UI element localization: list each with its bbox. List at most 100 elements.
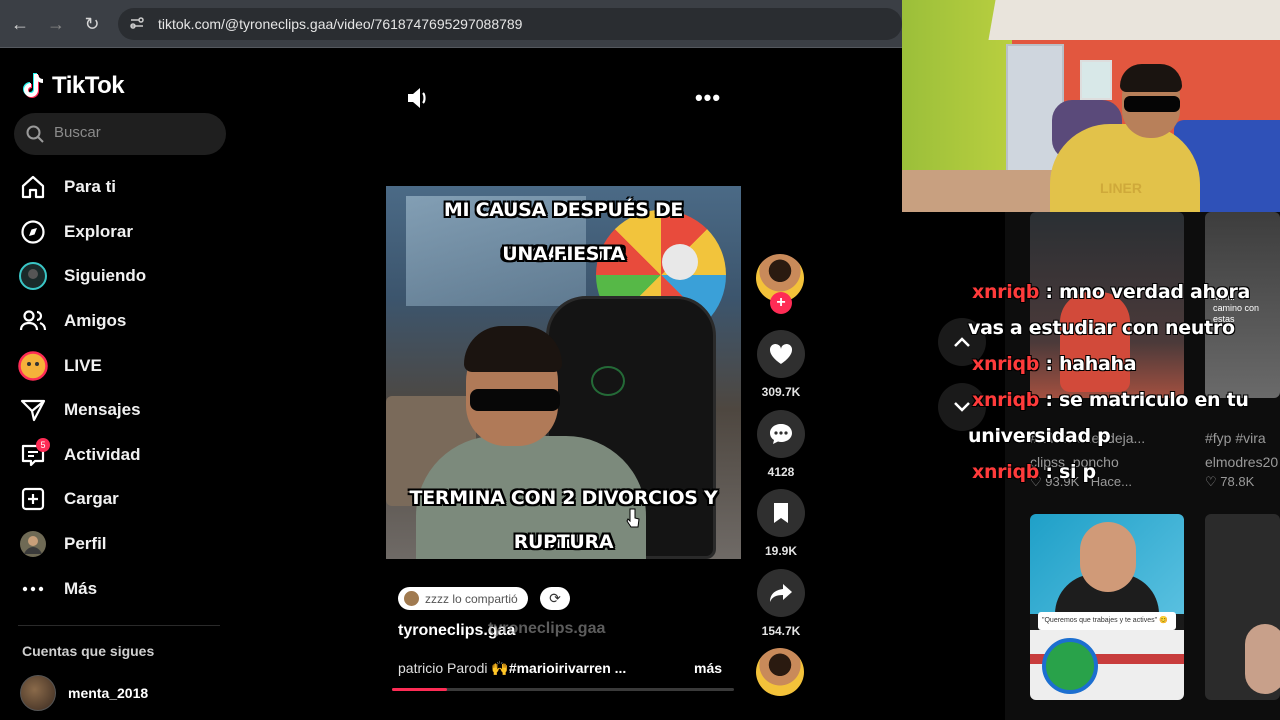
chat-text: : se matriculo en tu	[1039, 389, 1249, 411]
browser-toolbar: ← → ↻ tiktok.com/@tyroneclips.gaa/video/…	[0, 0, 902, 48]
sidebar-divider	[18, 625, 220, 626]
notification-badge: 5	[36, 437, 50, 452]
more-options-button[interactable]: •••	[694, 84, 722, 112]
sidebar-item-live[interactable]: LIVE	[18, 343, 228, 388]
video-caption-bottom-2: RUPTURA	[513, 531, 614, 553]
following-accounts-title: Cuentas que sigues	[22, 643, 155, 659]
sidebar-item-label: Siguiendo	[64, 266, 147, 286]
upload-icon	[18, 484, 48, 514]
shared-by-text: zzzz lo compartió	[425, 591, 518, 606]
mouse-cursor-icon	[626, 508, 640, 528]
following-account-item[interactable]: menta_2018	[20, 675, 148, 711]
stream-chat: xnriqb : mno verdad ahora vas a estudiar…	[968, 274, 1280, 490]
video-progress-fill	[392, 688, 447, 691]
sidebar-item-para-ti[interactable]: Para ti	[18, 165, 228, 210]
sidebar-item-label: Cargar	[64, 489, 119, 509]
sidebar-item-siguiendo[interactable]: Siguiendo	[18, 254, 228, 299]
shared-by-pill[interactable]: zzzz lo compartió	[398, 587, 528, 610]
home-icon	[18, 172, 48, 202]
like-count: 309.7K	[761, 385, 801, 399]
repost-icon[interactable]: ⟳	[540, 587, 570, 610]
activity-icon: 5	[18, 437, 50, 470]
like-action[interactable]: 309.7K	[756, 330, 806, 399]
sidebar-item-label: Amigos	[64, 311, 127, 331]
comment-action[interactable]: 4128	[756, 410, 806, 479]
back-arrow-icon[interactable]: ←	[8, 12, 32, 36]
description-more-link[interactable]: más	[694, 660, 722, 676]
sidebar-item-cargar[interactable]: Cargar	[18, 477, 228, 522]
comment-icon[interactable]	[757, 410, 805, 458]
description-hashtag[interactable]: 🙌#marioirivarren ...	[491, 660, 626, 676]
chat-message: xnriqb : hahaha	[968, 346, 1280, 382]
sidebar-item-mensajes[interactable]: Mensajes	[18, 388, 228, 433]
chat-username: xnriqb	[972, 353, 1040, 375]
save-action[interactable]: 19.9K	[756, 489, 806, 558]
music-disc-avatar[interactable]	[756, 648, 804, 696]
tiktok-logo[interactable]: TikTok	[22, 69, 125, 103]
webcam-window	[1080, 60, 1112, 100]
bookmark-icon[interactable]	[757, 489, 805, 537]
feed-thumb-face	[1245, 624, 1280, 694]
chat-username: xnriqb	[972, 281, 1040, 303]
feed-thumbnail[interactable]	[1205, 514, 1280, 700]
compass-icon	[18, 217, 48, 247]
search-icon	[26, 125, 44, 143]
share-arrow-icon[interactable]	[757, 569, 805, 617]
feed-thumb-face	[1080, 522, 1136, 592]
webcam-person-body	[1050, 124, 1200, 212]
comment-count: 4128	[767, 465, 795, 479]
video-progress-bar[interactable]	[392, 688, 734, 691]
author-watermark: tyroneclips.gaa	[488, 620, 606, 637]
webcam-person-hair	[1120, 64, 1182, 92]
share-action[interactable]: 154.7K	[756, 569, 806, 638]
site-settings-icon[interactable]	[128, 15, 146, 33]
friends-icon	[18, 306, 48, 336]
chat-message: xnriqb : si p	[968, 454, 1280, 490]
chat-message: xnriqb : se matriculo en tu	[968, 382, 1280, 418]
tiktok-note-icon	[22, 72, 46, 100]
url-text[interactable]: tiktok.com/@tyroneclips.gaa/video/761874…	[158, 16, 522, 32]
share-count: 154.7K	[761, 624, 801, 638]
reload-icon[interactable]: ↻	[80, 12, 104, 36]
chat-message-continued: universidad p	[968, 425, 1111, 447]
chair-logo-icon	[591, 366, 625, 396]
sidebar-item-explorar[interactable]: Explorar	[18, 210, 228, 255]
save-count: 19.9K	[764, 544, 798, 558]
sidebar-item-mas[interactable]: Más	[18, 566, 228, 611]
more-dots-icon	[18, 574, 48, 604]
feed-thumbnail[interactable]: "Queremos que trabajes y te actives" 😊	[1030, 514, 1184, 700]
description-text: patricio Parodi	[398, 660, 492, 676]
video-scene-sunglasses	[470, 389, 560, 411]
chat-username: xnriqb	[972, 461, 1040, 483]
chat-username: xnriqb	[972, 389, 1040, 411]
sidebar-item-label: Actividad	[64, 444, 141, 464]
account-name: menta_2018	[68, 685, 149, 701]
sidebar-item-actividad[interactable]: 5 Actividad	[18, 433, 228, 478]
profile-avatar-icon	[18, 529, 48, 559]
sidebar-item-label: Explorar	[64, 221, 133, 241]
avatar	[404, 591, 419, 606]
sidebar-item-label: Mensajes	[64, 400, 141, 420]
chat-text: : si p	[1039, 461, 1096, 483]
chat-message-continued: vas a estudiar con neutro	[968, 317, 1235, 339]
sidebar-item-label: Perfil	[64, 534, 107, 554]
sidebar-item-label: Para ti	[64, 177, 116, 197]
follow-plus-button[interactable]: +	[770, 292, 792, 314]
address-bar[interactable]: tiktok.com/@tyroneclips.gaa/video/761874…	[118, 8, 902, 40]
search-input[interactable]	[54, 124, 214, 141]
forward-arrow-icon[interactable]: →	[44, 12, 68, 36]
chat-text: : hahaha	[1039, 353, 1137, 375]
webcam-shirt-text: LINER	[1100, 180, 1142, 196]
volume-icon[interactable]	[404, 84, 432, 112]
heart-icon[interactable]	[757, 330, 805, 378]
video-caption-top-2: UNA FIESTA	[502, 243, 625, 265]
sidebar-item-amigos[interactable]: Amigos	[18, 299, 228, 344]
chat-text: : mno verdad ahora	[1039, 281, 1251, 303]
sidebar: TikTok Para ti Explorar Siguiendo	[0, 49, 240, 720]
search-box[interactable]	[14, 113, 226, 155]
sidebar-menu: Para ti Explorar Siguiendo Amigos LIVE M…	[18, 165, 228, 611]
video-player[interactable]: MI CAUSA DESPUÉS DE ORGANIZAR UNA FIESTA…	[386, 186, 741, 559]
logo-text: TikTok	[52, 72, 125, 99]
sidebar-item-perfil[interactable]: Perfil	[18, 522, 228, 567]
webcam-ceiling	[988, 0, 1280, 40]
